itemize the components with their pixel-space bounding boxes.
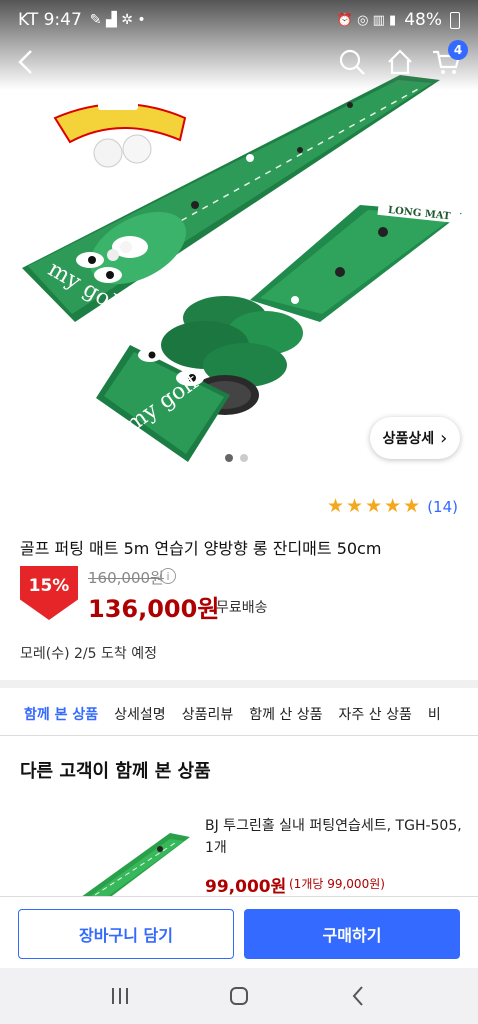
original-price: 160,000원 xyxy=(88,569,164,587)
tab-description[interactable]: 상세설명 xyxy=(106,692,174,735)
battery-level: 48% xyxy=(404,10,442,30)
tab-viewed-together[interactable]: 함께 본 상품 xyxy=(16,692,106,735)
section-title: 다른 고객이 함께 본 상품 xyxy=(20,761,211,782)
recommended-item-name[interactable]: BJ 투그린홀 실내 퍼팅연습세트, TGH-505, 1개 xyxy=(205,815,465,859)
recent-apps-icon[interactable] xyxy=(100,976,140,1016)
product-page: my golf LONG MAT my golf KT 9:47 ✎ ▟ ✲ •… xyxy=(0,0,478,1024)
product-detail-button[interactable]: 상품상세 › xyxy=(370,417,460,459)
buy-now-button[interactable]: 구매하기 xyxy=(244,909,460,959)
home-icon[interactable] xyxy=(382,44,418,80)
search-icon[interactable] xyxy=(334,44,370,80)
product-detail-label: 상품상세 xyxy=(382,431,435,447)
cart-count-badge: 4 xyxy=(448,40,468,60)
system-navigation-bar xyxy=(0,968,478,1024)
product-title: 골프 퍼팅 매트 5m 연습기 양방향 롱 잔디매트 50cm xyxy=(20,539,382,558)
star-icon: ★ xyxy=(403,495,421,517)
back-icon[interactable] xyxy=(8,44,44,80)
cart-icon[interactable]: 4 xyxy=(428,40,468,80)
tab-bought-together[interactable]: 함께 산 상품 xyxy=(241,692,330,735)
tab-frequently-bought[interactable]: 자주 산 상품 xyxy=(331,692,420,735)
recommended-item-price: 99,000원 xyxy=(205,877,287,897)
tab-reviews[interactable]: 상품리뷰 xyxy=(174,692,242,735)
battery-icon xyxy=(450,11,460,29)
discount-badge: 15% xyxy=(20,566,78,620)
status-bar: KT 9:47 ✎ ▟ ✲ • ⏰ ◎ ▥ ▮ 48% xyxy=(0,0,478,40)
recommended-item-unit-price: (1개당 99,000원) xyxy=(289,877,385,891)
add-to-cart-button[interactable]: 장바구니 담기 xyxy=(18,909,234,959)
shipping-info: 무료배송 xyxy=(216,600,268,616)
section-divider xyxy=(0,680,478,688)
star-icon: ★ xyxy=(346,495,364,517)
sale-price: 136,000원 xyxy=(88,595,220,623)
product-rating[interactable]: ★ ★ ★ ★ ★ (14) xyxy=(327,497,458,516)
back-button-icon[interactable] xyxy=(338,976,378,1016)
star-icon: ★ xyxy=(326,495,345,517)
purchase-bar: 장바구니 담기 구매하기 xyxy=(0,896,478,968)
star-icon: ★ xyxy=(384,495,402,517)
carrier-time: KT 9:47 xyxy=(18,10,82,30)
info-icon[interactable]: i xyxy=(160,568,176,584)
carousel-indicator xyxy=(225,454,248,462)
notification-icon: ✎ ▟ ✲ • xyxy=(89,12,146,28)
chevron-right-icon: › xyxy=(440,427,448,449)
recommended-item-image[interactable] xyxy=(0,815,200,905)
review-count[interactable]: (14) xyxy=(427,498,458,516)
discount-rate: 15% xyxy=(28,576,70,596)
top-nav: 4 xyxy=(0,40,478,84)
tab-more[interactable]: 비 xyxy=(420,692,449,735)
home-button-icon[interactable] xyxy=(219,976,259,1016)
product-tabs: 함께 본 상품 상세설명 상품리뷰 함께 산 상품 자주 산 상품 비 xyxy=(0,692,478,736)
carousel-dot xyxy=(240,454,248,462)
status-icons: ⏰ ◎ ▥ ▮ xyxy=(336,12,397,28)
star-icon: ★ xyxy=(365,495,383,517)
delivery-estimate: 모레(수) 2/5 도착 예정 xyxy=(20,646,157,662)
carousel-dot-active xyxy=(225,454,233,462)
